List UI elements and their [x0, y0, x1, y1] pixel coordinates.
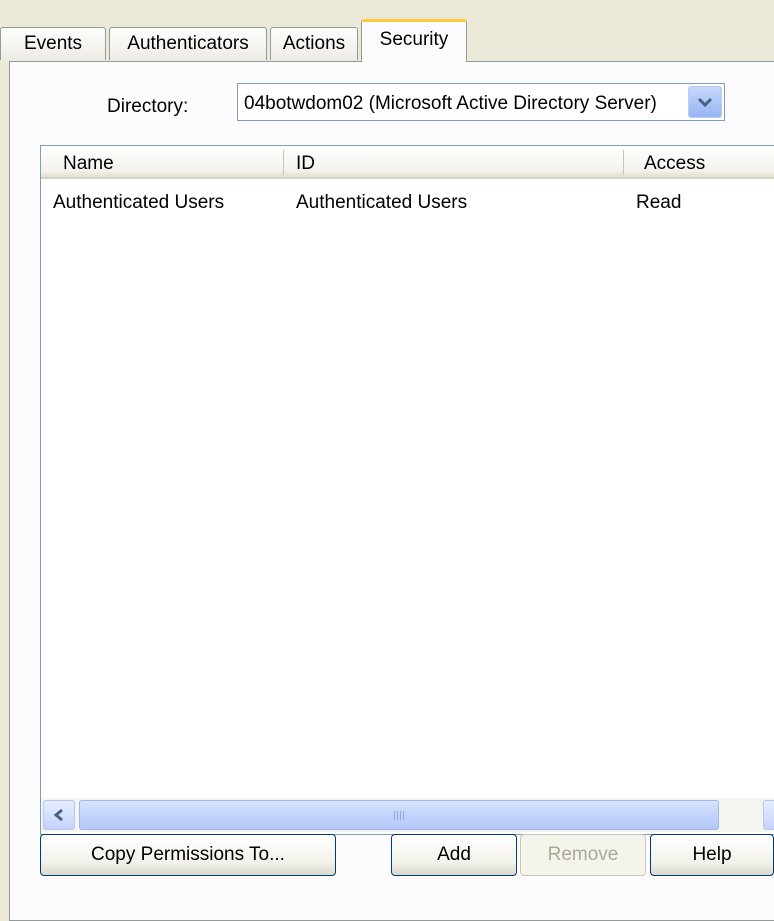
permissions-list[interactable]: Name ID Access Authenticated Users Authe…: [40, 145, 774, 835]
help-button[interactable]: Help: [650, 834, 774, 876]
copy-permissions-button[interactable]: Copy Permissions To...: [40, 834, 336, 876]
column-header-name[interactable]: Name: [63, 153, 114, 175]
scrollbar-thumb[interactable]: [79, 800, 719, 830]
column-divider[interactable]: [623, 150, 624, 175]
column-header-access[interactable]: Access: [644, 153, 705, 175]
scroll-left-button[interactable]: [43, 800, 75, 830]
cell-access: Read: [636, 192, 682, 213]
column-header-id[interactable]: ID: [296, 153, 315, 175]
tab-events[interactable]: Events: [0, 27, 106, 60]
list-header: Name ID Access: [41, 146, 774, 179]
chevron-down-icon: [697, 97, 713, 108]
tab-actions[interactable]: Actions: [270, 27, 358, 60]
list-row[interactable]: Authenticated Users Authenticated Users …: [41, 190, 774, 218]
column-divider[interactable]: [283, 150, 284, 175]
scroll-right-button[interactable]: [763, 800, 774, 830]
directory-select[interactable]: 04botwdom02 (Microsoft Active Directory …: [237, 83, 725, 121]
directory-select-value: 04botwdom02 (Microsoft Active Directory …: [244, 93, 657, 114]
tab-authenticators[interactable]: Authenticators: [109, 27, 267, 60]
remove-button: Remove: [520, 834, 646, 876]
tab-strip: Events Authenticators Actions Security: [0, 0, 774, 62]
horizontal-scrollbar[interactable]: [41, 798, 774, 832]
tab-security[interactable]: Security: [361, 19, 467, 62]
directory-dropdown-button[interactable]: [688, 86, 722, 118]
grip-icon: [394, 810, 404, 820]
cell-name: Authenticated Users: [53, 192, 225, 213]
cell-id: Authenticated Users: [296, 192, 468, 213]
add-button[interactable]: Add: [391, 834, 517, 876]
directory-label: Directory:: [107, 96, 189, 117]
arrow-left-icon: [53, 808, 63, 822]
